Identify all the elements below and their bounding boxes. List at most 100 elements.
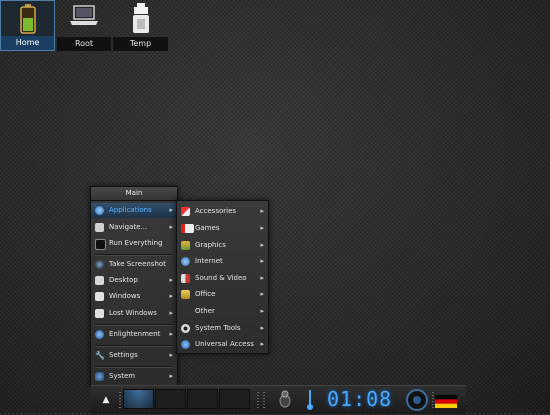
keyboard-layout-flag-icon[interactable] bbox=[435, 393, 457, 408]
submenu-item-office[interactable]: Office ▸ bbox=[177, 287, 268, 302]
chevron-right-icon: ▸ bbox=[260, 307, 264, 315]
submenu-item-games[interactable]: Games ▸ bbox=[177, 221, 268, 236]
menu-item-label: Office bbox=[195, 290, 216, 298]
menu-item-label: Games bbox=[195, 224, 220, 232]
camera-icon bbox=[95, 260, 104, 269]
lost-windows-icon bbox=[95, 309, 104, 318]
graphics-icon bbox=[181, 241, 190, 250]
desktop-icon-root[interactable]: Root bbox=[57, 0, 111, 51]
menu-item-label: Graphics bbox=[195, 241, 226, 249]
folder-battery-icon bbox=[19, 4, 36, 38]
applications-icon bbox=[95, 206, 104, 215]
submenu-item-accessories[interactable]: Accessories ▸ bbox=[177, 204, 268, 219]
laptop-icon bbox=[69, 3, 99, 31]
menu-item-run-everything[interactable]: Run Everything bbox=[91, 236, 177, 251]
menu-separator bbox=[95, 345, 173, 347]
menu-item-label: Sound & Video bbox=[195, 274, 247, 282]
chevron-right-icon: ▸ bbox=[260, 324, 264, 332]
thermometer-icon[interactable] bbox=[307, 390, 313, 410]
pager-desktop-4[interactable] bbox=[219, 389, 250, 409]
menu-item-label: Enlightenment bbox=[109, 330, 161, 338]
menu-item-applications[interactable]: Applications ▸ bbox=[91, 203, 177, 218]
menu-title: Main bbox=[91, 187, 177, 201]
menu-item-label: Applications bbox=[109, 206, 152, 214]
chevron-right-icon: ▸ bbox=[260, 207, 264, 215]
menu-item-label: Windows bbox=[109, 292, 141, 300]
network-icon[interactable] bbox=[277, 390, 293, 408]
submenu-item-universal-access[interactable]: Universal Access ▸ bbox=[177, 337, 268, 352]
menu-item-label: Settings bbox=[109, 351, 138, 359]
menu-separator bbox=[95, 366, 173, 368]
chevron-right-icon: ▸ bbox=[260, 224, 264, 232]
menu-item-label: System bbox=[109, 372, 136, 380]
desktop-icon-label: Temp bbox=[113, 37, 168, 51]
menu-item-settings[interactable]: 🔧 Settings ▸ bbox=[91, 348, 177, 363]
submenu-item-graphics[interactable]: Graphics ▸ bbox=[177, 238, 268, 253]
pager-desktop-3[interactable] bbox=[187, 389, 218, 409]
chevron-right-icon: ▸ bbox=[169, 351, 173, 359]
navigate-icon bbox=[95, 223, 104, 232]
start-arrow-icon: ▲ bbox=[102, 395, 110, 405]
menu-item-label: Lost Windows bbox=[109, 309, 157, 317]
chevron-right-icon: ▸ bbox=[169, 372, 173, 380]
shelf-grip[interactable] bbox=[257, 392, 259, 408]
menu-item-lost-windows[interactable]: Lost Windows ▸ bbox=[91, 306, 177, 321]
sound-video-icon bbox=[181, 274, 190, 283]
wrench-icon: 🔧 bbox=[95, 351, 105, 360]
office-icon bbox=[181, 290, 190, 299]
menu-item-label: Desktop bbox=[109, 276, 138, 284]
menu-separator bbox=[95, 254, 173, 256]
menu-item-label: Take Screenshot bbox=[109, 260, 166, 268]
menu-item-windows[interactable]: Windows ▸ bbox=[91, 289, 177, 304]
chevron-right-icon: ▸ bbox=[169, 276, 173, 284]
main-menu: Main Applications ▸ Navigate... ▸ Run Ev… bbox=[90, 186, 178, 386]
taskbar-shelf: ▲ 01:08 AM bbox=[91, 385, 466, 414]
mixer-dial-icon[interactable] bbox=[406, 389, 428, 411]
chevron-right-icon: ▸ bbox=[169, 206, 173, 214]
menu-item-navigate[interactable]: Navigate... ▸ bbox=[91, 220, 177, 235]
chevron-right-icon: ▸ bbox=[260, 257, 264, 265]
chevron-right-icon: ▸ bbox=[260, 290, 264, 298]
menu-item-label: Run Everything bbox=[109, 239, 163, 247]
enlightenment-icon bbox=[95, 330, 104, 339]
menu-item-label: Universal Access bbox=[195, 340, 254, 348]
menu-item-label: System Tools bbox=[195, 324, 241, 332]
menu-separator bbox=[95, 324, 173, 326]
chevron-right-icon: ▸ bbox=[260, 340, 264, 348]
start-button[interactable]: ▲ bbox=[95, 389, 117, 411]
desktop-icon-label: Home bbox=[1, 36, 54, 50]
chevron-right-icon: ▸ bbox=[169, 223, 173, 231]
run-icon bbox=[95, 239, 106, 250]
menu-item-system[interactable]: System ▸ bbox=[91, 369, 177, 384]
clock-time[interactable]: 01:08 bbox=[327, 387, 392, 411]
trash-bin-icon bbox=[131, 3, 151, 39]
chevron-right-icon: ▸ bbox=[260, 274, 264, 282]
desktop-icon bbox=[95, 276, 104, 285]
applications-submenu: Accessories ▸ Games ▸ Graphics ▸ Interne… bbox=[176, 200, 269, 354]
shelf-grip[interactable] bbox=[119, 392, 121, 408]
desktop-icon-label: Root bbox=[57, 37, 111, 51]
menu-item-desktop[interactable]: Desktop ▸ bbox=[91, 273, 177, 288]
menu-item-take-screenshot[interactable]: Take Screenshot bbox=[91, 257, 177, 272]
menu-item-label: Navigate... bbox=[109, 223, 148, 231]
desktop-icon-home[interactable]: Home bbox=[0, 0, 55, 51]
chevron-right-icon: ▸ bbox=[260, 241, 264, 249]
pager-desktop-1[interactable] bbox=[123, 389, 154, 409]
submenu-item-other[interactable]: Other ▸ bbox=[177, 304, 268, 319]
menu-item-enlightenment[interactable]: Enlightenment ▸ bbox=[91, 327, 177, 342]
system-icon bbox=[95, 372, 104, 381]
chevron-right-icon: ▸ bbox=[169, 309, 173, 317]
menu-item-label: Internet bbox=[195, 257, 223, 265]
windows-icon bbox=[95, 292, 104, 301]
desktop-icon-temp[interactable]: Temp bbox=[113, 0, 168, 51]
chevron-right-icon: ▸ bbox=[169, 292, 173, 300]
submenu-item-internet[interactable]: Internet ▸ bbox=[177, 254, 268, 269]
submenu-item-system-tools[interactable]: System Tools ▸ bbox=[177, 321, 268, 336]
pager-desktop-2[interactable] bbox=[155, 389, 186, 409]
shelf-grip[interactable] bbox=[432, 392, 434, 408]
submenu-item-sound-video[interactable]: Sound & Video ▸ bbox=[177, 271, 268, 286]
chevron-right-icon: ▸ bbox=[169, 330, 173, 338]
shelf-grip[interactable] bbox=[263, 392, 265, 408]
menu-item-label: Accessories bbox=[195, 207, 237, 215]
accessories-icon bbox=[181, 207, 190, 216]
